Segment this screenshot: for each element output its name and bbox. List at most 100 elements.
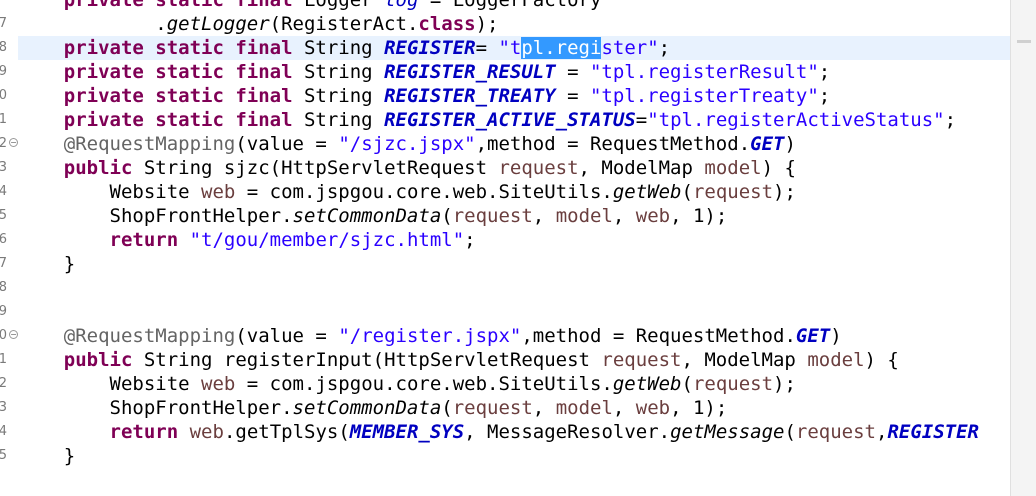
local-variable-token: web [635,397,671,419]
code-token: ShopFrontHelper. [18,205,293,227]
line-number: 9 [0,64,7,79]
parameter-token: request [498,157,579,179]
string-token: "tpl.registerResult" [589,61,819,83]
constant-token: REGISTER_TREATY [384,85,556,107]
code-line[interactable]: } [18,252,1010,276]
code-token: = [555,85,590,107]
code-line[interactable]: Website web = com.jspgou.core.web.SiteUt… [18,180,1010,204]
parameter-token: model [555,205,613,227]
line-number-gutter: 7 8 9 0 1 2− 3 4 5 6 7 8 9 0− 1 2 3 4 5 [0,0,18,496]
code-token: String registerInput(HttpServletRequest [132,349,602,371]
code-editor[interactable]: 7 8 9 0 1 2− 3 4 5 6 7 8 9 0− 1 2 3 4 5 … [0,0,1010,496]
parameter-token: model [807,349,865,371]
code-token: String [292,85,385,107]
line-number: 2 [0,376,7,391]
code-token: ShopFrontHelper. [18,397,293,419]
code-token: ( [784,421,796,443]
overview-ruler-mark[interactable] [1017,40,1031,43]
code-line-partial[interactable] [18,484,1010,496]
local-variable-token: web [201,181,236,203]
code-line[interactable]: ShopFrontHelper.setCommonData(request, m… [18,204,1010,228]
static-method-token: getWeb [612,373,682,395]
code-line[interactable] [18,276,1010,300]
constant-token: REGISTER_ACTIVE_STATUS [384,109,636,131]
code-line[interactable]: private static final Logger log = Logger… [18,0,1010,12]
code-line[interactable]: private static final String REGISTER_TRE… [18,84,1010,108]
line-number [0,0,18,12]
keyword-token: public [63,157,133,179]
current-code-line[interactable]: private static final String REGISTER= "t… [18,36,1010,60]
code-token: String [292,61,385,83]
code-token: ; [818,61,831,83]
static-method-token: setCommonData [292,397,442,419]
constant-token: MEMBER_SYS [349,421,465,443]
code-token: . [18,13,167,35]
constant-token: REGISTER [887,421,979,443]
code-line[interactable]: private static final String REGISTER_ACT… [18,108,1010,132]
code-line[interactable]: private static final String REGISTER_RES… [18,60,1010,84]
line-number: 1 [0,112,7,127]
code-line[interactable]: ShopFrontHelper.setCommonData(request, m… [18,396,1010,420]
keyword-token: private static final [63,85,293,107]
string-token: "/sjzc.jspx" [338,133,476,155]
code-line[interactable]: public String registerInput(HttpServletR… [18,348,1010,372]
code-line[interactable]: Website web = com.jspgou.core.web.SiteUt… [18,372,1010,396]
line-number: 3 [0,400,7,415]
code-token: Logger [292,0,385,11]
fold-collapse-icon[interactable]: − [9,138,18,147]
code-token: ; [818,85,831,107]
code-token: String [292,37,385,59]
code-token: ); [475,13,499,35]
code-line[interactable] [18,300,1010,324]
code-line[interactable]: return "t/gou/member/sjzc.html"; [18,228,1010,252]
code-line[interactable]: @RequestMapping(value = "/sjzc.jspx",met… [18,132,1010,156]
static-method-token: getWeb [612,181,682,203]
code-token: = com.jspgou.core.web.SiteUtils. [235,373,613,395]
code-token: ( [441,205,453,227]
parameter-token: request [795,421,876,443]
code-token: , [532,205,556,227]
vertical-scrollbar[interactable] [1010,0,1036,496]
code-line[interactable]: .getLogger(RegisterAct.class); [18,12,1010,36]
code-token: = [635,109,648,131]
string-token: "t/gou/member/sjzc.html" [189,229,465,251]
code-token: .getTplSys( [223,421,350,443]
line-number: 2− [0,136,18,151]
code-line[interactable]: return web.getTplSys(MEMBER_SYS, Message… [18,420,1010,444]
code-line[interactable]: public String sjzc(HttpServletRequest re… [18,156,1010,180]
code-token: String sjzc(HttpServletRequest [132,157,499,179]
code-line[interactable]: @RequestMapping(value = "/register.jspx"… [18,324,1010,348]
constant-token: GET [750,133,785,155]
fold-collapse-icon[interactable]: − [9,330,18,339]
line-number: 4 [0,184,7,199]
text-selection[interactable]: pl.regi [521,37,602,59]
parameter-token: request [452,205,533,227]
code-token: , 1); [670,397,728,419]
code-token: (value = [235,133,339,155]
static-method-token: getMessage [670,421,785,443]
code-token: } [18,445,76,467]
line-number: 3 [0,160,7,175]
code-token: ( [441,397,453,419]
parameter-token: request [692,373,774,395]
code-line[interactable]: } [18,444,1010,468]
code-token: (RegisterAct. [269,13,419,35]
parameter-token: request [692,181,774,203]
local-variable-token: web [189,421,224,443]
code-token: ); [773,373,796,395]
parameter-token: model [704,157,762,179]
line-number: 8 [0,280,7,295]
code-token: , MessageResolver. [464,421,671,443]
keyword-token: return [109,229,179,251]
code-token: ) { [864,349,899,371]
keyword-token: private static final [63,0,293,11]
string-token: ster" [601,37,659,59]
